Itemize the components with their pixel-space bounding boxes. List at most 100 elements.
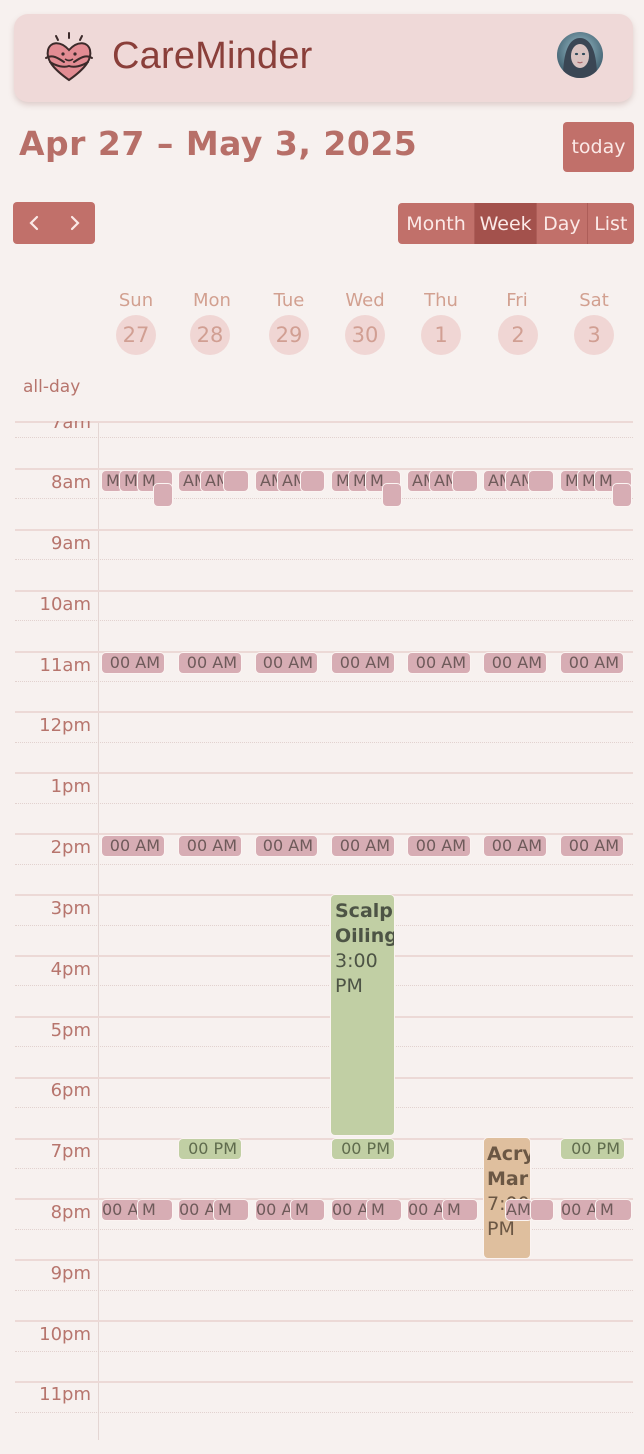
day-header-mon: Mon (193, 290, 231, 311)
grid-line (15, 1046, 633, 1047)
grid-line (15, 559, 633, 560)
calendar-event[interactable] (612, 483, 632, 507)
hour-label: 11am (39, 655, 91, 676)
calendar-event[interactable]: 00 AM (101, 652, 165, 674)
view-month-button[interactable]: Month (398, 203, 476, 244)
day-number-28[interactable]: 28 (190, 315, 230, 355)
calendar-event[interactable]: M (595, 1199, 632, 1221)
app-header (14, 14, 633, 102)
calendar-event[interactable]: M (213, 1199, 249, 1221)
grid-line (15, 742, 633, 743)
calendar-event[interactable] (382, 483, 402, 507)
hour-label: 5pm (50, 1020, 91, 1041)
grid-line (15, 1351, 633, 1352)
calendar-event[interactable] (153, 483, 173, 507)
grid-line (15, 1412, 633, 1413)
hour-label: 3pm (50, 898, 91, 919)
grid-line (15, 985, 633, 986)
day-number-27[interactable]: 27 (116, 315, 156, 355)
calendar-event[interactable] (300, 470, 325, 492)
hour-label: 8pm (50, 1202, 91, 1223)
calendar-event[interactable]: 00 AM (101, 1199, 141, 1221)
calendar-event[interactable]: 00 AM (331, 1199, 371, 1221)
heart-hug-icon (45, 32, 93, 82)
all-day-label: all-day (23, 377, 81, 397)
calendar-event[interactable]: M (442, 1199, 478, 1221)
calendar-event[interactable]: 00 AM (178, 1199, 218, 1221)
day-number-30[interactable]: 30 (345, 315, 385, 355)
grid-line (15, 955, 633, 957)
hour-label: 7pm (50, 1141, 91, 1162)
calendar-event[interactable]: 00 AM (255, 652, 318, 674)
day-number-2[interactable]: 2 (498, 315, 538, 355)
grid-line (15, 1259, 633, 1261)
calendar-event[interactable] (530, 1199, 554, 1221)
hour-label: 2pm (50, 837, 91, 858)
calendar-event[interactable]: M (366, 1199, 402, 1221)
calendar-event[interactable]: AM (505, 1199, 533, 1221)
day-number-3[interactable]: 3 (574, 315, 614, 355)
hour-label: 9pm (50, 1263, 91, 1284)
calendar-event[interactable]: 00 AM (178, 652, 242, 674)
day-number-1[interactable]: 1 (421, 315, 461, 355)
calendar-event[interactable]: 00 PM (560, 1138, 625, 1160)
calendar-event[interactable]: 00 PM (331, 1138, 395, 1160)
calendar-event[interactable] (223, 470, 249, 492)
grid-line (15, 1016, 633, 1018)
next-button[interactable] (54, 202, 95, 244)
calendar-event[interactable]: 00 AM (331, 652, 395, 674)
hour-label: 7am (50, 421, 91, 433)
calendar-event[interactable]: 00 AM (560, 1199, 600, 1221)
prev-button[interactable] (13, 202, 54, 244)
calendar-event[interactable]: 00 AM (331, 835, 395, 857)
day-header-wed: Wed (345, 290, 385, 311)
calendar-event[interactable] (452, 470, 478, 492)
hour-label: 6pm (50, 1080, 91, 1101)
calendar-event[interactable]: 00 AM (483, 835, 547, 857)
grid-line (15, 421, 633, 423)
user-avatar-icon[interactable] (557, 32, 603, 78)
calendar-event[interactable]: 00 AM (255, 1199, 295, 1221)
view-day-button[interactable]: Day (537, 203, 588, 244)
grid-line (15, 1290, 633, 1291)
calendar-event[interactable]: 00 AM (483, 652, 547, 674)
calendar-event[interactable]: 00 AM (178, 835, 242, 857)
calendar-event[interactable]: 00 PM (178, 1138, 242, 1160)
calendar-event[interactable]: 00 AM (407, 652, 471, 674)
day-header-sun: Sun (118, 290, 154, 311)
grid-line (15, 1107, 633, 1108)
calendar-event[interactable]: 00 AM (101, 835, 165, 857)
grid-line (15, 529, 633, 531)
day-header-thu: Thu (424, 290, 458, 311)
calendar-event[interactable]: 00 AM (255, 835, 318, 857)
grid-line (15, 864, 633, 865)
day-header-sat: Sat (579, 290, 609, 311)
grid-line (15, 894, 633, 896)
calendar-event[interactable]: 00 AM (560, 835, 624, 857)
grid-line (15, 925, 633, 926)
calendar-event-scalp-oiling[interactable]: Scalp Oiling 3:00 PM (330, 894, 395, 1136)
day-header-tue: Tue (273, 290, 305, 311)
date-range-title: Apr 27 – May 3, 2025 (19, 124, 418, 163)
hour-label: 11pm (39, 1384, 91, 1405)
calendar-event[interactable]: 00 AM (407, 1199, 447, 1221)
calendar-event-acrylic[interactable]: Acrylic Mar 7:00 PM (483, 1137, 531, 1259)
calendar-event[interactable]: M (137, 1199, 173, 1221)
grid-line (15, 772, 633, 774)
grid-line (15, 803, 633, 804)
prev-next-group (13, 202, 95, 244)
calendar-event[interactable] (528, 470, 554, 492)
hour-label: 10am (39, 594, 91, 615)
grid-line (15, 1229, 633, 1230)
view-switcher: Month Week Day List (398, 203, 634, 244)
today-button[interactable]: today (563, 122, 634, 172)
grid-line (15, 1168, 633, 1169)
view-list-button[interactable]: List (587, 203, 634, 244)
calendar-event[interactable]: 00 AM (407, 835, 471, 857)
calendar-event[interactable]: M (290, 1199, 325, 1221)
calendar-event[interactable]: 00 AM (560, 652, 624, 674)
view-week-button[interactable]: Week (475, 203, 538, 244)
hour-label: 9am (50, 533, 91, 554)
day-number-29[interactable]: 29 (269, 315, 309, 355)
grid-line (15, 711, 633, 713)
